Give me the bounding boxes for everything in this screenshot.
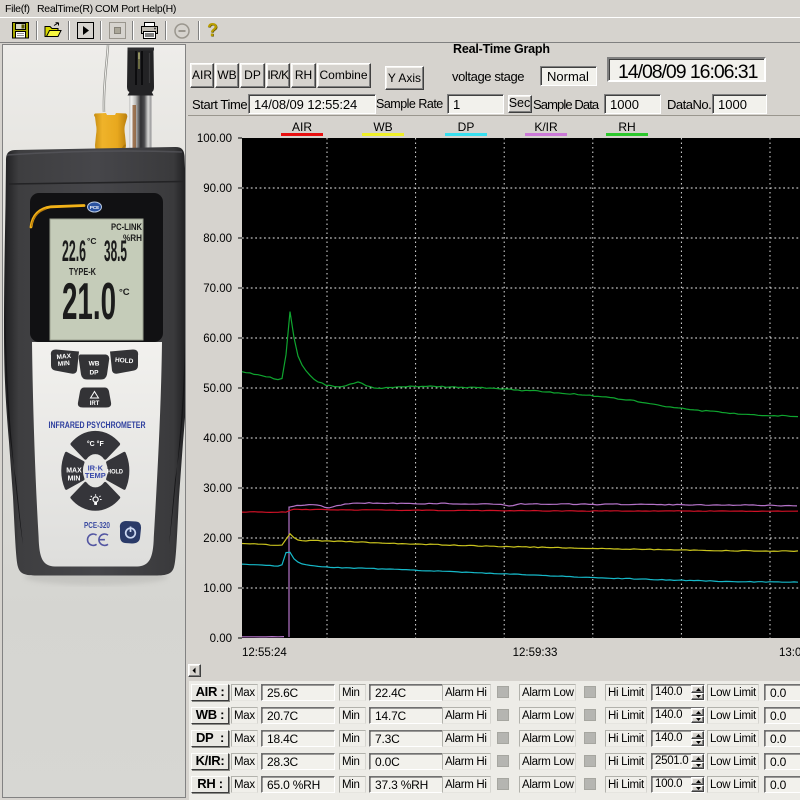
svg-text:AIR: AIR <box>292 120 312 134</box>
svg-text:DP: DP <box>458 120 475 134</box>
svg-text:0.00: 0.00 <box>210 633 232 645</box>
svg-text:PCE: PCE <box>90 205 99 210</box>
svg-text:INFRARED PSYCHROMETER: INFRARED PSYCHROMETER <box>49 420 146 430</box>
svg-text:IRT: IRT <box>90 401 100 407</box>
svg-text:13:03:42: 13:03:42 <box>779 647 800 659</box>
svg-text:°C °F: °C °F <box>87 440 105 448</box>
svg-text:70.00: 70.00 <box>203 283 232 295</box>
svg-text:10.00: 10.00 <box>203 583 232 595</box>
svg-text:°C: °C <box>119 287 130 298</box>
svg-text:60.00: 60.00 <box>203 333 232 345</box>
svg-text:100.00: 100.00 <box>197 133 232 145</box>
svg-text:HOLD: HOLD <box>107 469 123 476</box>
svg-text:80.00: 80.00 <box>203 233 232 245</box>
svg-text:38.5: 38.5 <box>104 235 127 268</box>
svg-text:K/IR: K/IR <box>534 120 558 134</box>
svg-text:RH: RH <box>618 120 635 134</box>
svg-text:12:55:24: 12:55:24 <box>242 647 287 659</box>
svg-text:PCE-320: PCE-320 <box>84 520 110 530</box>
svg-text:12:59:33: 12:59:33 <box>513 647 558 659</box>
svg-text:PC-LINK: PC-LINK <box>111 222 142 232</box>
svg-text:TEMP: TEMP <box>85 471 106 480</box>
svg-text:50.00: 50.00 <box>203 383 232 395</box>
svg-text:30.00: 30.00 <box>203 483 232 495</box>
svg-text:MIN: MIN <box>68 476 81 483</box>
svg-text:MIN: MIN <box>58 360 71 368</box>
svg-text:22.6: 22.6 <box>62 235 86 268</box>
svg-text:21.0: 21.0 <box>62 273 116 331</box>
svg-text:WB: WB <box>89 361 100 368</box>
svg-text:DP: DP <box>89 370 99 377</box>
svg-text:MAX: MAX <box>66 468 82 475</box>
svg-text:°C: °C <box>87 236 97 246</box>
svg-text:WB: WB <box>373 120 392 134</box>
svg-text:90.00: 90.00 <box>203 183 232 195</box>
svg-text:40.00: 40.00 <box>203 433 232 445</box>
svg-text:20.00: 20.00 <box>203 533 232 545</box>
